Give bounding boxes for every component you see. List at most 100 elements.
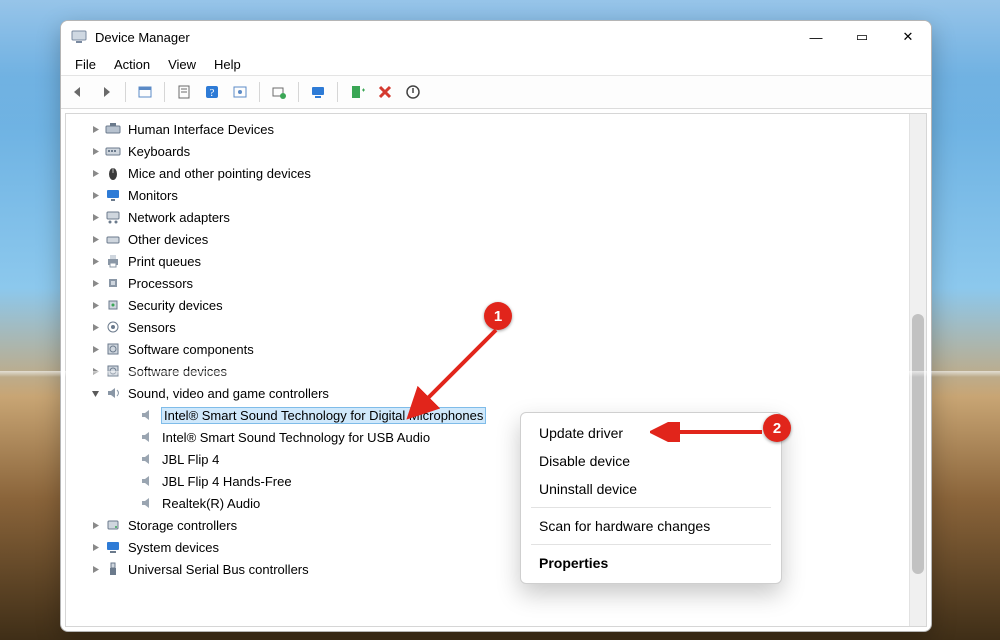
svg-text:?: ? <box>210 87 215 99</box>
menu-help[interactable]: Help <box>206 55 249 74</box>
add-legacy-icon[interactable] <box>344 80 370 104</box>
speaker-icon <box>138 406 156 424</box>
usb-icon <box>104 560 122 578</box>
tree-category-label: Software components <box>128 342 254 357</box>
chevron-right-icon[interactable] <box>88 320 102 334</box>
speaker-icon <box>138 450 156 468</box>
device-tree-container: Human Interface Devices Keyboards Mice and… <box>65 113 927 627</box>
chevron-right-icon[interactable] <box>88 518 102 532</box>
cpu-icon <box>104 274 122 292</box>
show-hidden-icon[interactable] <box>132 80 158 104</box>
maximize-button[interactable]: ▭ <box>839 21 885 53</box>
tree-category-label: Human Interface Devices <box>128 122 274 137</box>
system-icon <box>104 538 122 556</box>
context-menu-item[interactable]: Uninstall device <box>521 475 781 503</box>
properties-icon[interactable] <box>171 80 197 104</box>
tree-category[interactable]: Security devices <box>74 294 906 316</box>
tree-device-label: JBL Flip 4 <box>162 452 219 467</box>
minimize-button[interactable]: — <box>793 21 839 53</box>
tree-category-label: Sound, video and game controllers <box>128 386 329 401</box>
context-menu-item[interactable]: Disable device <box>521 447 781 475</box>
uninstall-icon[interactable] <box>372 80 398 104</box>
printer-icon <box>104 252 122 270</box>
menubar: File Action View Help <box>61 53 931 75</box>
tree-category-label: Keyboards <box>128 144 190 159</box>
context-menu-item[interactable]: Scan for hardware changes <box>521 512 781 540</box>
chevron-right-icon[interactable] <box>88 254 102 268</box>
sound-icon <box>104 384 122 402</box>
help-icon[interactable]: ? <box>199 80 225 104</box>
tree-device-label: Realtek(R) Audio <box>162 496 260 511</box>
tree-category-label: Monitors <box>128 188 178 203</box>
context-menu-item[interactable]: Update driver <box>521 419 781 447</box>
network-icon <box>104 208 122 226</box>
nav-forward-icon[interactable] <box>93 80 119 104</box>
tree-category[interactable]: Sound, video and game controllers <box>74 382 906 404</box>
chevron-down-icon[interactable] <box>88 386 102 400</box>
chevron-right-icon[interactable] <box>88 298 102 312</box>
keyboard-icon <box>104 142 122 160</box>
vertical-scrollbar[interactable] <box>909 114 926 626</box>
software-component-icon <box>104 340 122 358</box>
tree-category[interactable]: Human Interface Devices <box>74 118 906 140</box>
device-tree[interactable]: Human Interface Devices Keyboards Mice and… <box>66 114 910 626</box>
speaker-icon <box>138 472 156 490</box>
security-icon <box>104 296 122 314</box>
tree-device-label: Intel® Smart Sound Technology for Digita… <box>162 408 485 423</box>
storage-icon <box>104 516 122 534</box>
tree-category-label: Security devices <box>128 298 223 313</box>
tree-category-label: Other devices <box>128 232 208 247</box>
chevron-right-icon[interactable] <box>88 342 102 356</box>
tree-category[interactable]: Monitors <box>74 184 906 206</box>
tree-category-label: Processors <box>128 276 193 291</box>
desktop-wallpaper: Device Manager — ▭ ✕ File Action View He… <box>0 0 1000 640</box>
speaker-icon <box>138 428 156 446</box>
tree-category[interactable]: Processors <box>74 272 906 294</box>
disable-icon[interactable] <box>400 80 426 104</box>
hid-icon <box>104 120 122 138</box>
tree-category[interactable]: Network adapters <box>74 206 906 228</box>
tree-category-label: System devices <box>128 540 219 555</box>
menu-view[interactable]: View <box>160 55 204 74</box>
tree-category[interactable]: Sensors <box>74 316 906 338</box>
tree-category[interactable]: Mice and other pointing devices <box>74 162 906 184</box>
sensor-icon <box>104 318 122 336</box>
tree-device-label: JBL Flip 4 Hands-Free <box>162 474 292 489</box>
tree-category-label: Print queues <box>128 254 201 269</box>
other-icon <box>104 230 122 248</box>
context-menu-item[interactable]: Properties <box>521 549 781 577</box>
monitor-icon <box>104 186 122 204</box>
scrollbar-thumb[interactable] <box>912 314 924 574</box>
titlebar: Device Manager — ▭ ✕ <box>61 21 931 53</box>
chevron-right-icon[interactable] <box>88 210 102 224</box>
tree-device-label: Intel® Smart Sound Technology for USB Au… <box>162 430 430 445</box>
tree-category[interactable]: Software components <box>74 338 906 360</box>
tree-category[interactable]: Keyboards <box>74 140 906 162</box>
chevron-right-icon[interactable] <box>88 276 102 290</box>
window-title: Device Manager <box>95 30 190 45</box>
chevron-right-icon[interactable] <box>88 144 102 158</box>
chevron-right-icon[interactable] <box>88 166 102 180</box>
tree-category-label: Sensors <box>128 320 176 335</box>
update-driver-icon[interactable] <box>266 80 292 104</box>
toolbar: ? <box>61 75 931 109</box>
chevron-right-icon[interactable] <box>88 364 102 378</box>
menu-file[interactable]: File <box>67 55 104 74</box>
chevron-right-icon[interactable] <box>88 540 102 554</box>
chevron-right-icon[interactable] <box>88 122 102 136</box>
tree-category[interactable]: Other devices <box>74 228 906 250</box>
device-context-menu: Update driverDisable deviceUninstall dev… <box>520 412 782 584</box>
nav-back-icon[interactable] <box>65 80 91 104</box>
chevron-right-icon[interactable] <box>88 188 102 202</box>
tree-category-label: Network adapters <box>128 210 230 225</box>
tree-category[interactable]: Software devices <box>74 360 906 382</box>
software-device-icon <box>104 362 122 380</box>
context-menu-separator <box>531 544 771 545</box>
refresh-icon[interactable] <box>227 80 253 104</box>
chevron-right-icon[interactable] <box>88 562 102 576</box>
scan-hardware-icon[interactable] <box>305 80 331 104</box>
tree-category[interactable]: Print queues <box>74 250 906 272</box>
close-button[interactable]: ✕ <box>885 21 931 53</box>
menu-action[interactable]: Action <box>106 55 158 74</box>
chevron-right-icon[interactable] <box>88 232 102 246</box>
